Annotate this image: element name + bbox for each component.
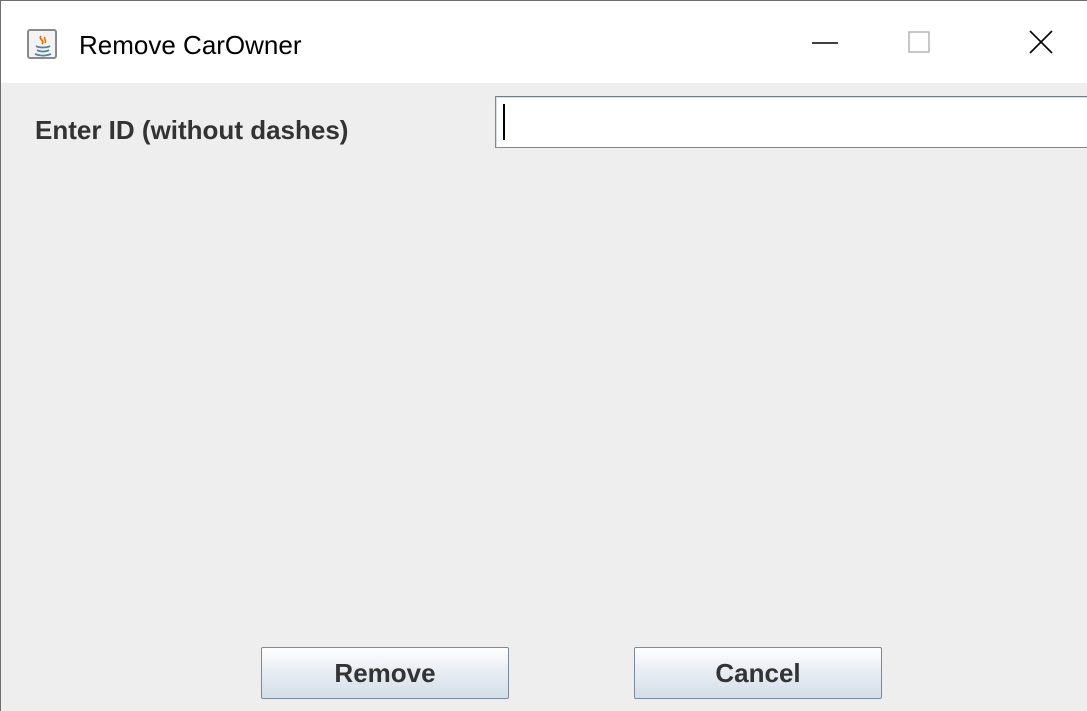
cancel-button[interactable]: Cancel [634,647,882,699]
text-cursor [503,104,505,140]
remove-button[interactable]: Remove [261,647,509,699]
id-label: Enter ID (without dashes) [35,115,349,145]
dialog-content: Enter ID (without dashes) Remove Cancel [1,83,1087,711]
close-icon [1029,30,1053,54]
java-app-icon [27,29,57,59]
title-bar[interactable]: Remove CarOwner [1,1,1087,83]
close-button[interactable] [995,1,1087,83]
minimize-icon [812,42,838,44]
window-title: Remove CarOwner [79,30,302,60]
remove-car-owner-dialog: Remove CarOwner Enter ID (without dashes… [0,0,1087,711]
maximize-button[interactable] [873,1,965,83]
maximize-icon [908,31,930,53]
id-input[interactable] [495,96,1087,148]
minimize-button[interactable] [779,1,871,83]
